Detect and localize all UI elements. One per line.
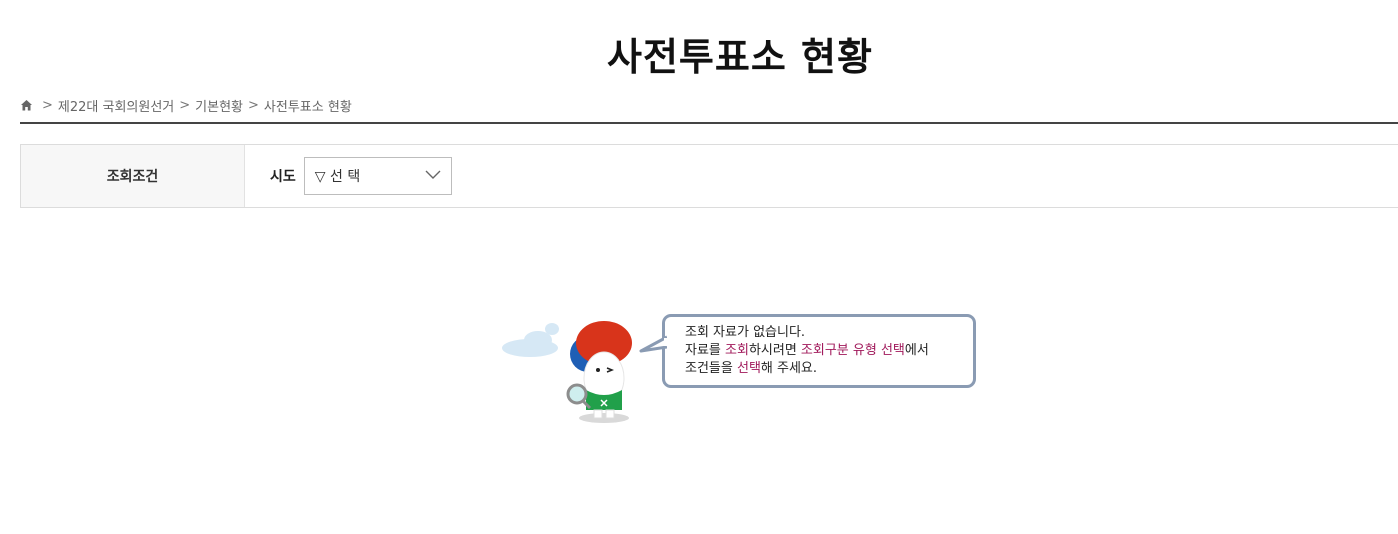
breadcrumb-item-basic-status[interactable]: 기본현황 [195, 96, 243, 115]
breadcrumb-separator: > [42, 97, 53, 113]
highlight-segment: 선택 [736, 361, 761, 376]
search-condition-panel: 조회조건 시도 ▽ 선 택 [20, 144, 1398, 208]
page: 사전투표소 현황 > 제22대 국회의원선거 > 기본현황 > 사전투표소 현황… [0, 0, 1398, 534]
page-title: 사전투표소 현황 [607, 35, 873, 79]
chevron-down-icon [425, 168, 441, 184]
highlight-segment: 조회 [725, 343, 749, 358]
home-icon[interactable] [20, 99, 33, 112]
sido-select[interactable]: ▽ 선 택 [303, 157, 452, 195]
mascot-magnifier-icon [500, 318, 640, 428]
empty-message-line3: 조건들을 선택해 주세요. [685, 360, 953, 378]
empty-state: 조회 자료가 없습니다. 자료를 조회하시려면 조회구분 유형 선택에서 조건들… [500, 300, 980, 430]
text-segment: 해 주세요. [760, 361, 818, 376]
search-field-row: 시도 ▽ 선 택 [245, 145, 452, 207]
bubble-tail [639, 335, 667, 353]
empty-message-line1: 조회 자료가 없습니다. [685, 325, 806, 340]
text-segment: 하시려면 [748, 343, 801, 358]
breadcrumb-item-current[interactable]: 사전투표소 현황 [264, 96, 352, 115]
title-divider [20, 122, 1398, 124]
breadcrumb-separator: > [248, 97, 259, 113]
highlight-segment: 조회구분 유형 선택 [800, 343, 905, 358]
breadcrumb: > 제22대 국회의원선거 > 기본현황 > 사전투표소 현황 [20, 96, 352, 115]
breadcrumb-separator: > [179, 97, 191, 113]
empty-message-bubble: 조회 자료가 없습니다. 자료를 조회하시려면 조회구분 유형 선택에서 조건들… [639, 314, 976, 388]
empty-message-line2: 자료를 조회하시려면 조회구분 유형 선택에서 [685, 342, 953, 360]
sido-label: 시도 [270, 169, 296, 185]
search-condition-label: 조회조건 [21, 145, 245, 207]
sido-select-value: ▽ 선 택 [314, 169, 361, 185]
breadcrumb-item-election[interactable]: 제22대 국회의원선거 [58, 96, 174, 115]
text-segment: 자료를 [685, 343, 726, 358]
text-segment: 조건들을 [685, 361, 737, 376]
text-segment: 에서 [904, 343, 929, 358]
